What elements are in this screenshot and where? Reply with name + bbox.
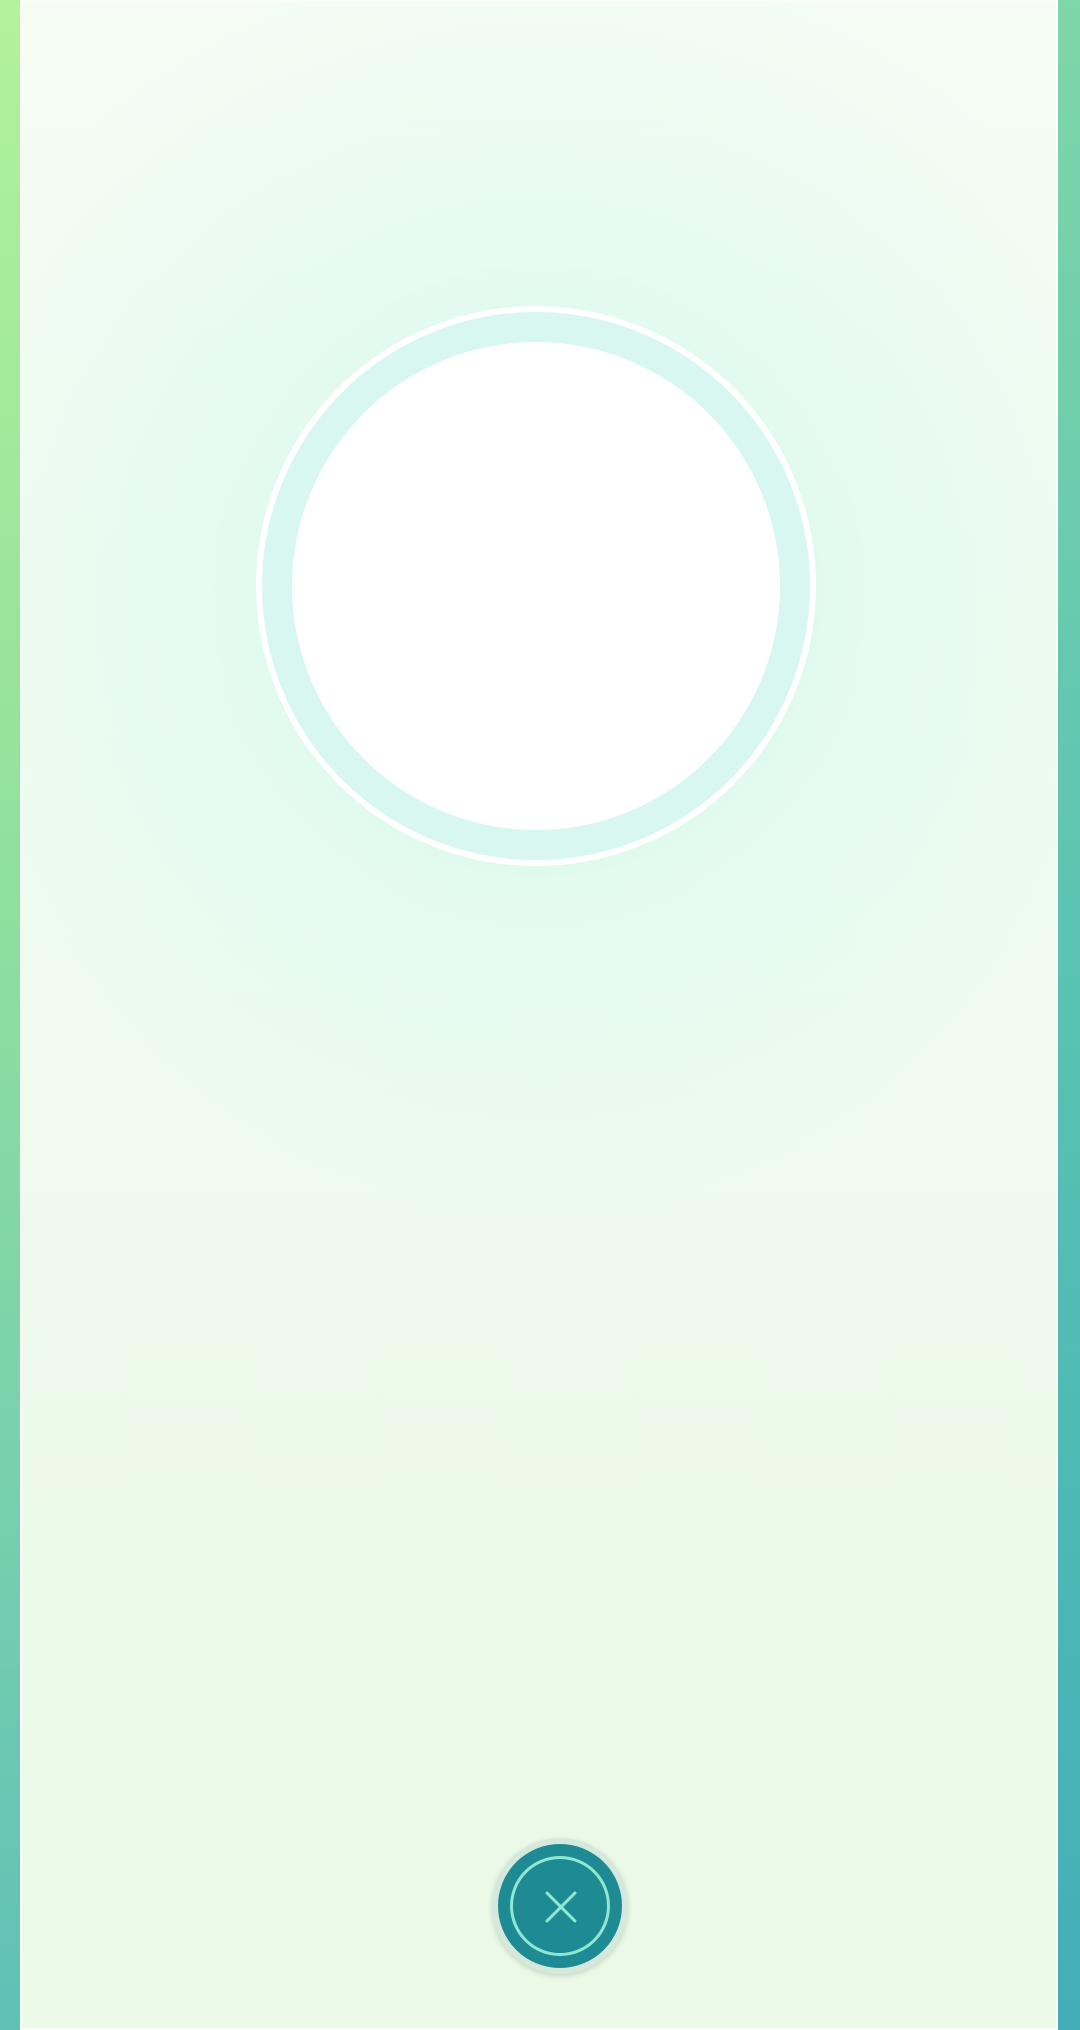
app-screen [0,0,1080,2030]
close-button-ring [510,1856,610,1956]
profile-photo-frame [256,306,816,866]
content-panel [20,0,1058,2030]
close-button[interactable] [492,1838,628,1974]
profile-photo[interactable] [292,342,780,830]
close-icon [545,1891,577,1923]
